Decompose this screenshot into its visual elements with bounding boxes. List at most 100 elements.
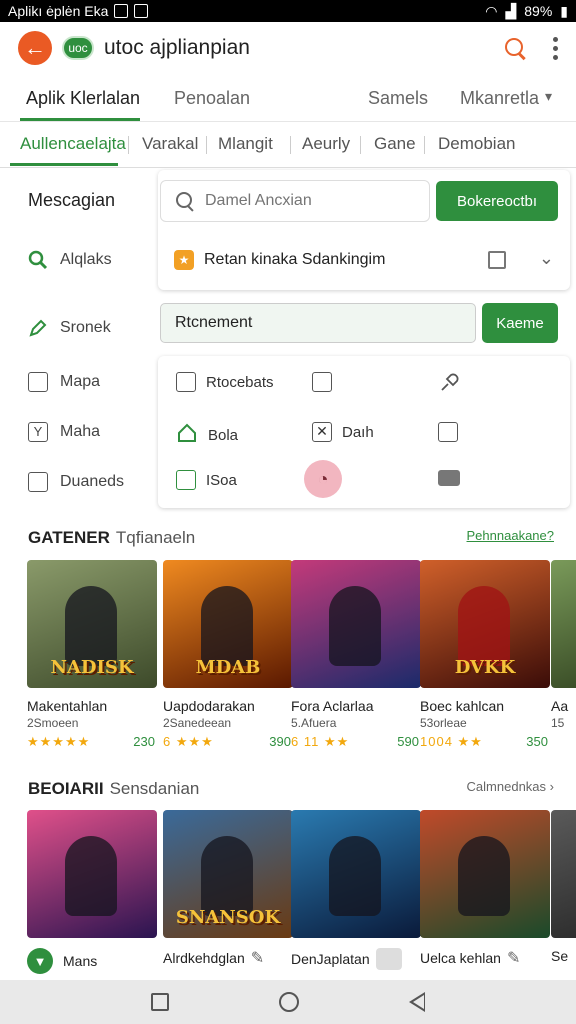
game-name: Fora Aclarlaa bbox=[291, 698, 374, 714]
more-menu-icon[interactable] bbox=[553, 36, 558, 60]
left-item-2[interactable]: Sronek bbox=[28, 318, 111, 338]
game-card[interactable]: Fora Aclarlaa 5.Afuera 6 11 ★★ 590 bbox=[291, 560, 421, 750]
game-name: Uapdodarakan bbox=[163, 698, 255, 714]
tab-primary-2[interactable]: Penoalan bbox=[174, 88, 250, 109]
game-card[interactable]: DenJaplatan bbox=[291, 810, 421, 970]
game-thumbnail: NADISK bbox=[27, 560, 157, 688]
game-sub: 53orleae bbox=[420, 716, 467, 730]
search-input[interactable] bbox=[205, 192, 405, 210]
game-thumbnail: MDAB bbox=[163, 560, 293, 688]
tab-secondary-4[interactable]: Aeurly bbox=[302, 134, 350, 154]
divider bbox=[290, 136, 291, 154]
game-sub: 15 bbox=[551, 716, 565, 730]
recents-icon[interactable] bbox=[151, 993, 169, 1011]
divider bbox=[128, 136, 129, 154]
brush-icon[interactable]: ✎ bbox=[251, 948, 264, 968]
grid-item-1[interactable]: Rtocebats bbox=[176, 372, 274, 392]
tab-secondary-3[interactable]: Mlangit bbox=[218, 134, 273, 154]
grid-item-6[interactable] bbox=[438, 422, 458, 442]
tab-secondary-2[interactable]: Varakal bbox=[142, 134, 198, 154]
calendar-icon[interactable] bbox=[488, 251, 506, 269]
left-item-5[interactable]: Duaneds bbox=[28, 472, 124, 492]
system-nav-bar bbox=[0, 980, 576, 1024]
thumb-label: MDAB bbox=[195, 657, 261, 678]
keyboard-icon bbox=[438, 470, 460, 486]
game-thumbnail bbox=[27, 810, 157, 938]
search-icon[interactable] bbox=[503, 36, 527, 60]
pencil-icon bbox=[28, 318, 48, 338]
game-card[interactable]: NADISK Makentahlan 2Smoeen ★★★★★ 230 bbox=[27, 560, 157, 750]
game-sub: 2Sanedeean bbox=[163, 716, 232, 730]
back-arrow-icon[interactable]: ← bbox=[18, 31, 52, 65]
home-icon[interactable] bbox=[279, 992, 299, 1012]
game-name: Se bbox=[551, 948, 569, 964]
search-field[interactable] bbox=[160, 180, 430, 222]
grid-item-8[interactable]: ◔ bbox=[304, 460, 342, 498]
search-icon bbox=[28, 250, 48, 270]
rating-stars: 1004 ★★ bbox=[420, 734, 483, 749]
pencil-icon[interactable]: ✎ bbox=[507, 948, 520, 968]
left-item-1[interactable]: Alqlaks bbox=[28, 250, 112, 270]
tab-secondary-6[interactable]: Demobian bbox=[438, 134, 516, 154]
section-subtitle: Sensdanian bbox=[109, 779, 200, 798]
back-icon[interactable] bbox=[409, 992, 425, 1012]
divider bbox=[360, 136, 361, 154]
notification-icon bbox=[114, 4, 129, 18]
game-card-partial[interactable]: Aa 15 bbox=[551, 560, 576, 730]
map-icon bbox=[28, 372, 48, 392]
secondary-tabs: Aullencaelajta Varakal Mlangit Aeurly Ga… bbox=[0, 122, 576, 168]
tab-primary-4[interactable]: Mkanretla bbox=[460, 88, 539, 109]
game-card[interactable]: SNANSOK Alrdkehdglan ✎ bbox=[163, 810, 293, 968]
filter-row[interactable]: ★ Retan kinaka Sdankingim bbox=[160, 238, 566, 282]
game-sub: 5.Afuera bbox=[291, 716, 337, 730]
tab-secondary-1[interactable]: Aullencaelajta bbox=[20, 134, 126, 154]
grid-item-7[interactable]: ISoa bbox=[176, 470, 237, 490]
game-card-partial[interactable]: Se bbox=[551, 810, 576, 964]
rating-count: 230 bbox=[133, 734, 155, 749]
grid-item-3[interactable] bbox=[438, 370, 462, 398]
game-name: DenJaplatan bbox=[291, 951, 370, 967]
game-name: Alrdkehdglan bbox=[163, 950, 245, 966]
game-card[interactable]: ▼ Mans bbox=[27, 810, 157, 974]
left-item-label: Mapa bbox=[60, 373, 101, 390]
status-bar: Aplikı ėplėn Eka ◠ ▟ 89% ▮ bbox=[0, 0, 576, 22]
submit-button[interactable]: Kaeme bbox=[482, 303, 558, 343]
grid-item-5[interactable]: ✕ Daıh bbox=[312, 422, 374, 442]
download-icon[interactable]: ▼ bbox=[27, 948, 53, 974]
section-link[interactable]: Calmnednkas › bbox=[467, 779, 554, 794]
game-card[interactable]: MDAB Uapdodarakan 2Sanedeean 6 ★★★ 390 bbox=[163, 560, 293, 750]
chevron-down-icon[interactable]: ⌄ bbox=[539, 248, 554, 269]
tab-primary-3[interactable]: Samels bbox=[368, 88, 428, 109]
search-button[interactable]: Bokereoctbı bbox=[436, 181, 558, 221]
chevron-down-icon[interactable]: ▾ bbox=[545, 88, 552, 105]
left-item-label: Maha bbox=[60, 423, 101, 440]
game-thumbnail bbox=[551, 560, 576, 688]
section-link[interactable]: Pehnnaakane? bbox=[467, 528, 554, 543]
game-card[interactable]: DVKK Boec kahlcan 53orleae 1004 ★★ 350 bbox=[420, 560, 550, 750]
section-title-text: GATENER bbox=[28, 528, 110, 547]
left-item-4[interactable]: Y Maha bbox=[28, 422, 100, 442]
divider bbox=[424, 136, 425, 154]
tab-secondary-5[interactable]: Gane bbox=[374, 134, 416, 154]
game-card[interactable]: Uelca kehlan ✎ bbox=[420, 810, 550, 968]
video-icon[interactable] bbox=[375, 948, 402, 970]
left-item-label: Duaneds bbox=[60, 473, 125, 490]
brush-icon bbox=[438, 370, 462, 398]
left-item-3[interactable]: Mapa bbox=[28, 372, 100, 392]
grid-item-4[interactable]: Bola bbox=[176, 422, 238, 448]
left-panel: Mescagian Alqlaks Sronek Mapa Y Maha Dua… bbox=[6, 168, 154, 508]
grid-item-2[interactable] bbox=[312, 372, 332, 392]
game-thumbnail: DVKK bbox=[420, 560, 550, 688]
filter-text: Retan kinaka Sdankingim bbox=[204, 251, 386, 268]
active-subtab-indicator bbox=[10, 163, 118, 166]
grid-item-label: Rtocebats bbox=[206, 373, 274, 391]
active-tab-indicator bbox=[20, 118, 140, 121]
game-thumbnail bbox=[291, 810, 421, 938]
name-input[interactable]: Rtcnement bbox=[160, 303, 476, 343]
game-thumbnail bbox=[291, 560, 421, 688]
grid-item-9[interactable] bbox=[438, 470, 460, 486]
rating-count: 590 bbox=[397, 734, 419, 749]
game-thumbnail: SNANSOK bbox=[163, 810, 293, 938]
face-icon: ◔ bbox=[304, 460, 342, 498]
tab-primary-1[interactable]: Aplik Klerlalan bbox=[26, 88, 140, 109]
